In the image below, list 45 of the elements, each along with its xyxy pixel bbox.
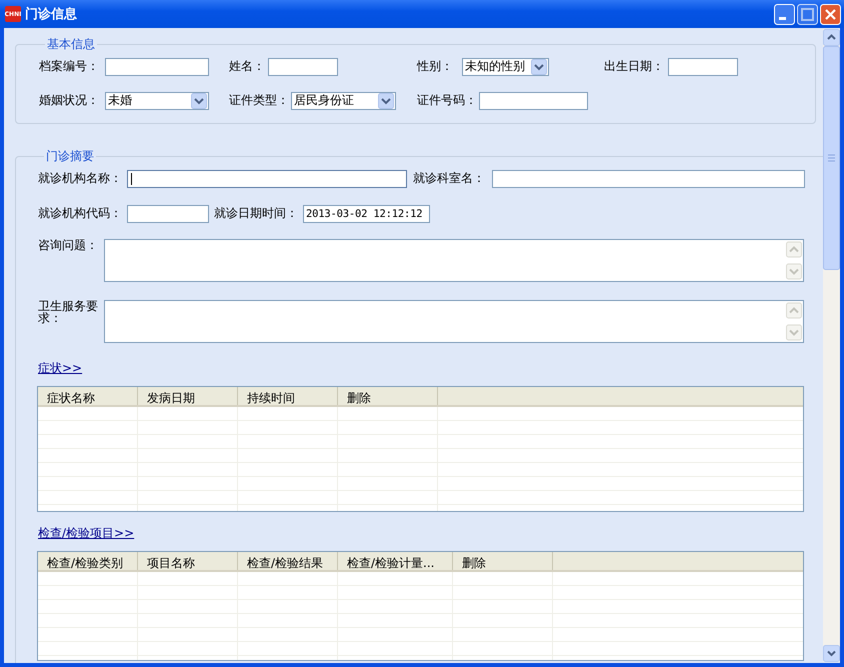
scroll-thumb[interactable] bbox=[823, 46, 840, 270]
scroll-up-icon[interactable] bbox=[823, 29, 840, 46]
dropdown[interactable]: 未婚 bbox=[105, 92, 209, 110]
scroll-down-icon[interactable] bbox=[823, 645, 840, 662]
group-title: 基本信息 bbox=[46, 36, 96, 53]
exams-link[interactable]: 检查/检验项目>> bbox=[38, 525, 134, 542]
column-header[interactable]: 检查/检验类别 bbox=[38, 552, 138, 570]
text-field[interactable] bbox=[105, 58, 209, 76]
dropdown[interactable]: 居民身份证 bbox=[291, 92, 396, 110]
field-label: 性别： bbox=[417, 58, 454, 75]
field-label: 就诊日期时间： bbox=[214, 205, 299, 222]
field-label: 就诊科室名： bbox=[413, 170, 486, 187]
field-label: 档案编号： bbox=[39, 58, 100, 75]
column-header[interactable]: 项目名称 bbox=[138, 552, 238, 570]
maximize-icon[interactable] bbox=[797, 4, 818, 24]
column-header[interactable]: 症状名称 bbox=[38, 387, 138, 405]
field-label: 证件号码： bbox=[417, 92, 478, 109]
field-label: 证件类型： bbox=[229, 92, 290, 109]
text-field[interactable] bbox=[127, 170, 407, 188]
field-label: 姓名： bbox=[229, 58, 266, 75]
field-label: 出生日期： bbox=[604, 58, 665, 75]
field-label: 婚姻状况： bbox=[39, 92, 100, 109]
column-header[interactable]: 发病日期 bbox=[138, 387, 238, 405]
minimize-icon[interactable] bbox=[774, 4, 795, 24]
text-field[interactable] bbox=[127, 204, 209, 222]
text-field[interactable] bbox=[492, 170, 805, 188]
field-label: 卫生服务要求： bbox=[38, 300, 99, 327]
text-field[interactable]: 2013-03-02 12:12:12 bbox=[303, 204, 430, 222]
column-header[interactable]: 删除 bbox=[338, 387, 438, 405]
text-field[interactable] bbox=[479, 92, 588, 110]
vertical-scrollbar[interactable] bbox=[823, 29, 840, 662]
column-header[interactable]: 检查/检验计量... bbox=[338, 552, 453, 570]
field-label: 就诊机构代码： bbox=[38, 205, 123, 222]
column-header[interactable]: 持续时间 bbox=[238, 387, 338, 405]
dropdown[interactable]: 未知的性别 bbox=[462, 58, 549, 76]
symptoms-link[interactable]: 症状>> bbox=[38, 360, 82, 377]
column-header[interactable]: 删除 bbox=[453, 552, 553, 570]
close-icon[interactable] bbox=[820, 4, 841, 24]
group-title: 门诊摘要 bbox=[45, 148, 95, 165]
text-field[interactable] bbox=[268, 58, 338, 76]
window-title: 门诊信息 bbox=[25, 6, 78, 23]
field-label: 咨询问题： bbox=[38, 239, 99, 254]
column-header[interactable]: 检查/检验结果 bbox=[238, 552, 338, 570]
field-label: 就诊机构名称： bbox=[38, 170, 123, 187]
text-field[interactable] bbox=[668, 58, 738, 76]
